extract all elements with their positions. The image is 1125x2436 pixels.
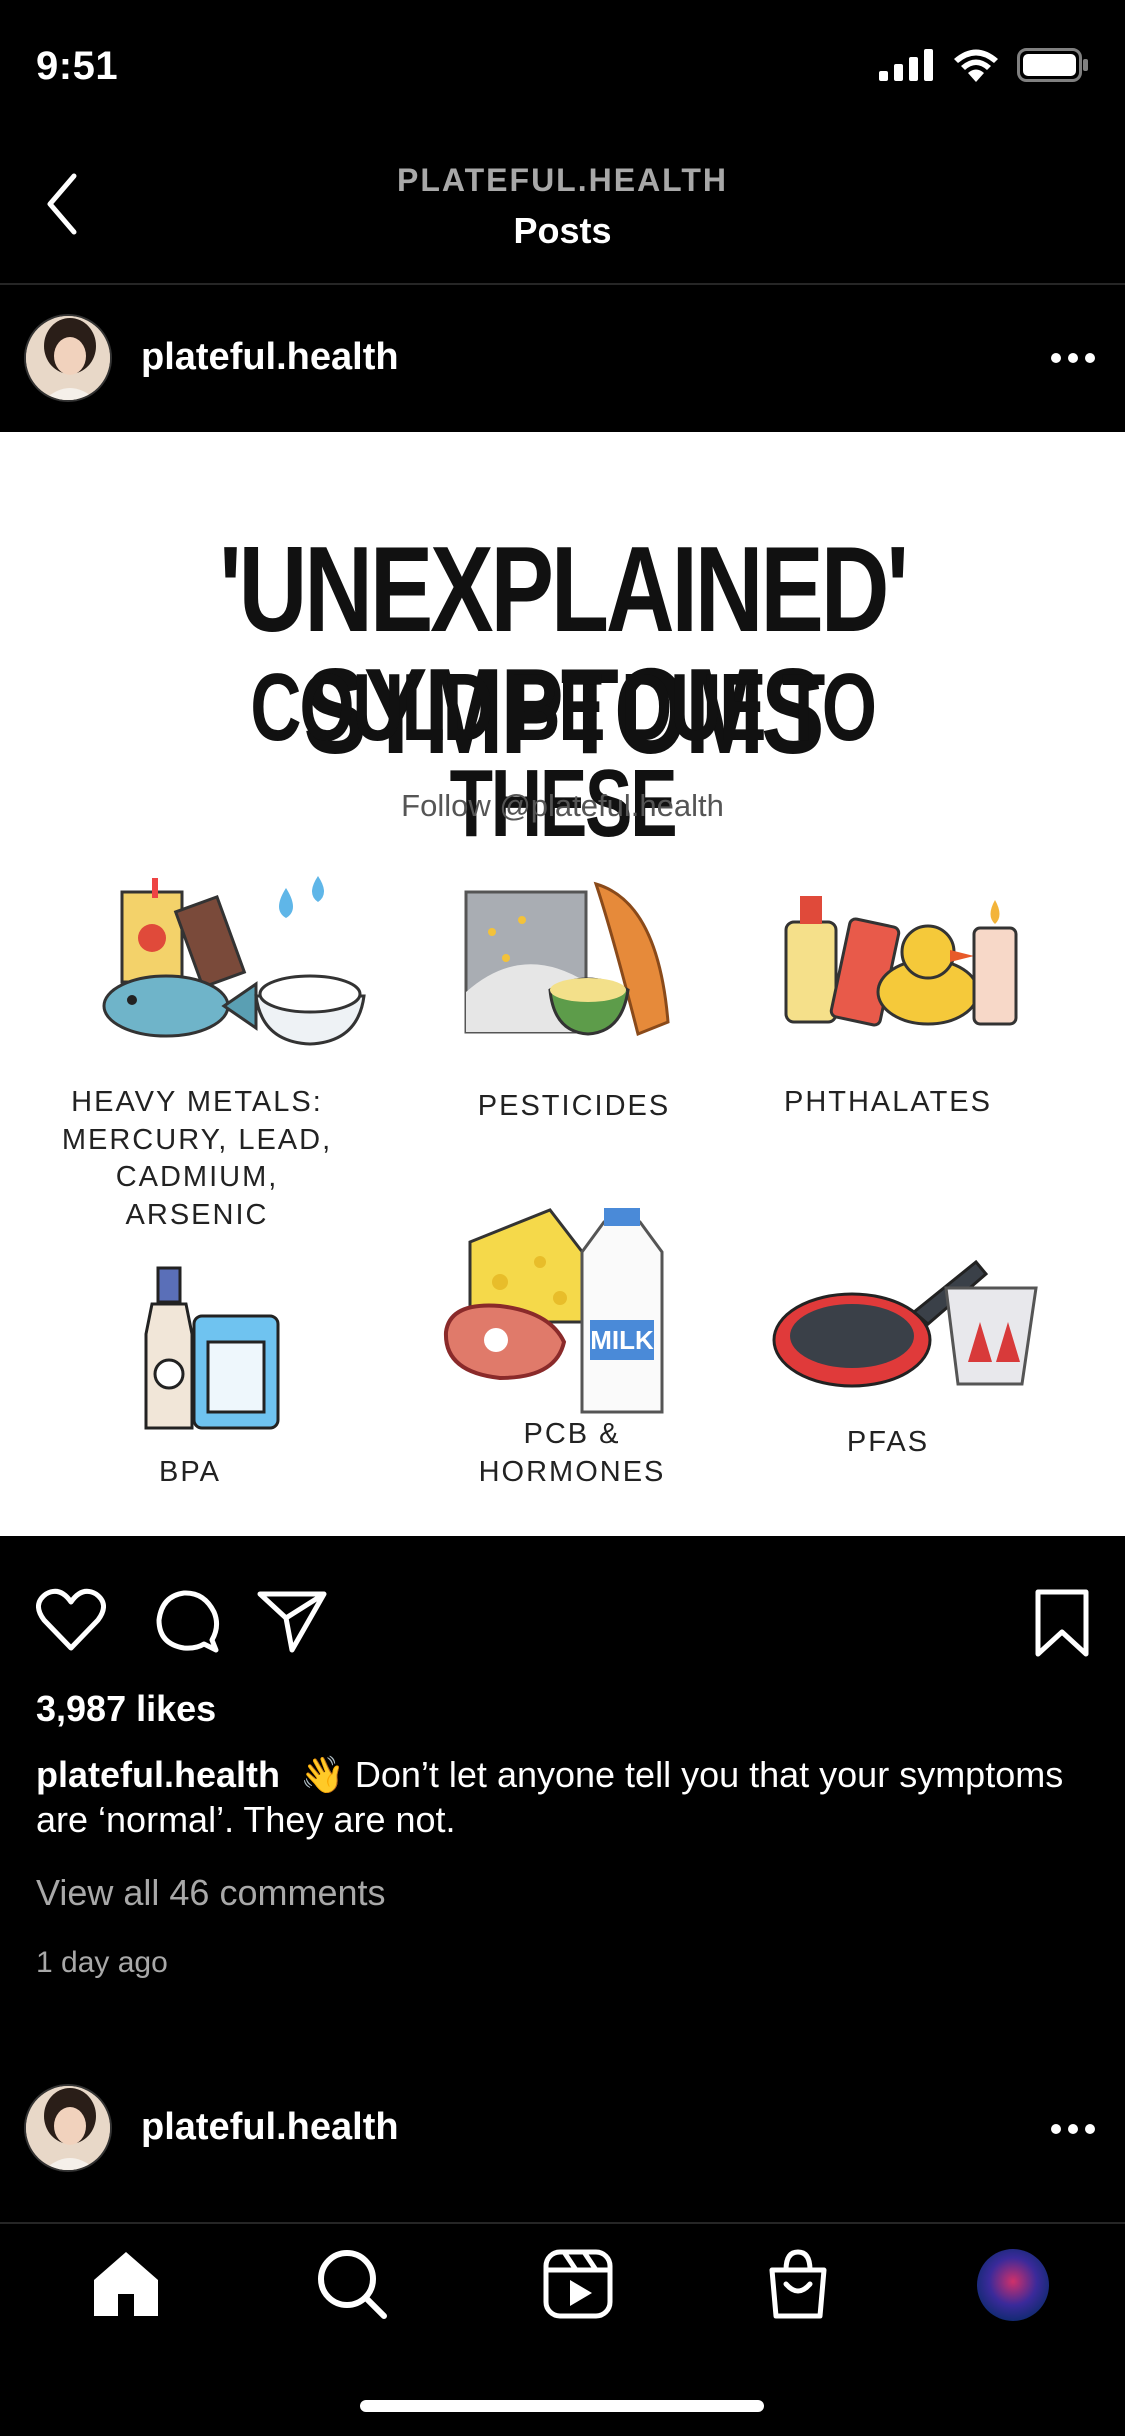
post-image[interactable]: 'UNEXPLAINED' SYMPTOMS COULD BE DUE TO T… [0, 432, 1125, 1536]
comment-bubble-icon[interactable] [154, 1588, 220, 1654]
pcb-hormones-illustration: MILK [443, 1208, 664, 1414]
shop-bag-icon[interactable] [762, 2248, 834, 2320]
save-bookmark-icon[interactable] [1032, 1588, 1092, 1658]
label-pesticides: PESTICIDES [477, 1090, 671, 1122]
home-indicator [360, 2400, 764, 2412]
bpa-illustration [144, 1266, 280, 1430]
battery-icon [1017, 48, 1088, 82]
label-heavy-metals: HEAVY METALS: MERCURY, LEAD, CADMIUM, AR… [61, 1086, 333, 1232]
home-icon[interactable] [90, 2248, 162, 2320]
phthalates-illustration [784, 896, 1018, 1027]
view-all-comments-link[interactable]: View all 46 comments [36, 1872, 386, 1914]
share-send-icon[interactable] [256, 1588, 328, 1654]
label-pfas: PFAS [846, 1426, 930, 1458]
milk-label: MILK [590, 1325, 654, 1355]
heavy-metals-illustration [102, 876, 366, 1046]
status-icons [879, 48, 1089, 82]
header-divider [0, 283, 1125, 285]
avatar[interactable] [24, 314, 112, 402]
label-phthalates: PHTHALATES [783, 1086, 992, 1118]
image-follow-text: Follow @plateful.health [401, 788, 724, 823]
label-bpa: BPA [159, 1456, 221, 1488]
more-options-icon[interactable] [1051, 2124, 1095, 2136]
profile-avatar-icon[interactable] [976, 2248, 1050, 2322]
post-timestamp: 1 day ago [36, 1946, 168, 1979]
post-caption: plateful.health 👋 Don’t let anyone tell … [36, 1752, 1076, 1842]
post-username[interactable]: plateful.health [141, 336, 399, 379]
caption-username[interactable]: plateful.health [36, 1754, 280, 1795]
wifi-icon [954, 49, 998, 82]
page-title: Posts [513, 210, 612, 251]
nav-divider [0, 2222, 1125, 2224]
status-time: 9:51 [36, 44, 119, 88]
likes-count[interactable]: 3,987 likes [36, 1688, 216, 1730]
more-options-icon[interactable] [1051, 353, 1095, 365]
signal-icon [879, 49, 933, 81]
avatar-next-post[interactable] [24, 2084, 112, 2172]
next-post-username[interactable]: plateful.health [141, 2106, 399, 2149]
label-pcb-hormones: PCB & HORMONES [478, 1418, 666, 1488]
like-heart-icon[interactable] [36, 1588, 106, 1652]
pesticides-illustration [464, 881, 670, 1037]
search-icon[interactable] [316, 2248, 388, 2320]
reels-icon[interactable] [542, 2248, 614, 2320]
pfas-illustration [772, 1259, 1038, 1388]
header-account: PLATEFUL.HEALTH [397, 162, 728, 198]
